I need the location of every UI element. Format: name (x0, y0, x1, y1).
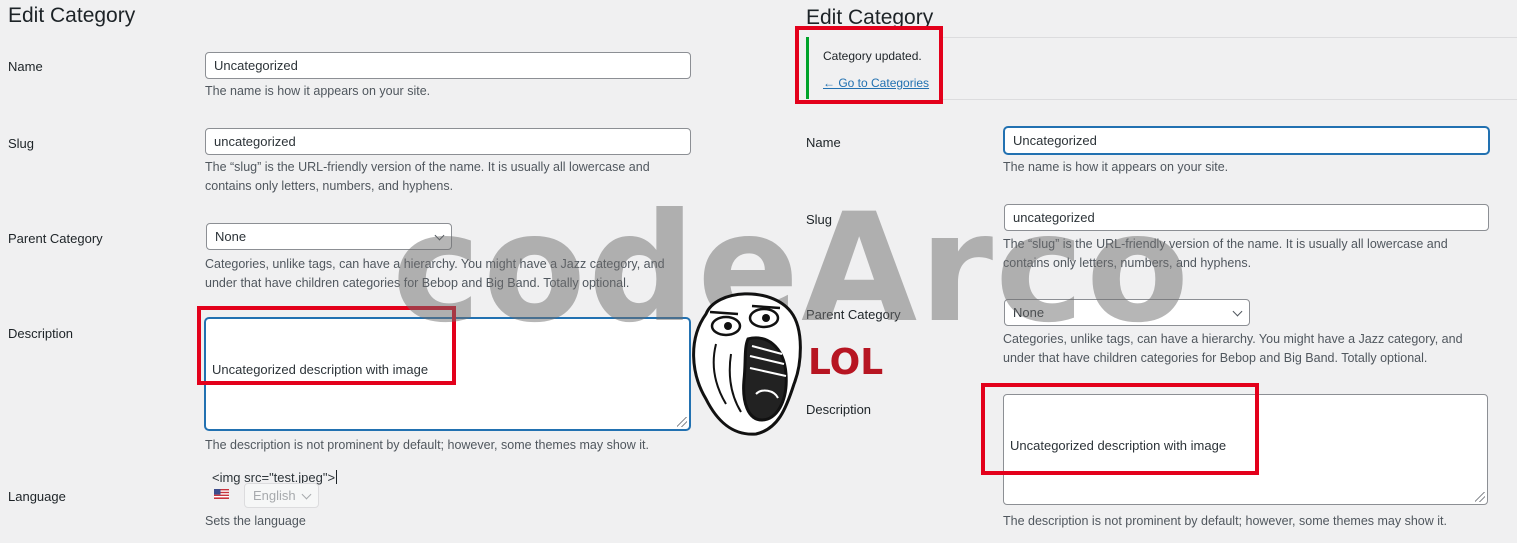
slug-help-line-1: The “slug” is the URL-friendly version o… (205, 160, 650, 174)
us-flag-icon (214, 487, 229, 499)
description-line-1: Uncategorized description with image (1010, 438, 1227, 453)
text-caret (336, 470, 338, 484)
slug-help-line-2: contains only letters, numbers, and hyph… (1003, 256, 1252, 270)
parent-help-line-2: under that have children categories for … (1003, 351, 1428, 365)
name-label: Name (8, 59, 43, 74)
slug-help-line-2: contains only letters, numbers, and hyph… (205, 179, 454, 193)
go-to-categories-link[interactable]: ← Go to Categories (823, 76, 929, 90)
parent-category-select[interactable]: None (1004, 299, 1250, 326)
name-input[interactable]: Uncategorized (1004, 127, 1489, 154)
description-label: Description (8, 326, 74, 341)
language-select[interactable]: English (244, 483, 319, 508)
name-help: The name is how it appears on your site. (205, 84, 431, 98)
divider (942, 99, 1517, 100)
parent-category-label: Parent Category (806, 307, 901, 322)
notice-text: Category updated. (823, 49, 922, 63)
parent-category-label: Parent Category (8, 231, 103, 246)
troll-face-icon (686, 284, 804, 436)
parent-category-value: None (215, 229, 247, 244)
parent-help-line-2: under that have children categories for … (205, 276, 630, 290)
description-textarea[interactable]: Uncategorized description with image <im… (205, 318, 690, 485)
resize-handle-icon[interactable] (1475, 492, 1485, 502)
page-title: Edit Category (8, 4, 136, 27)
language-value: English (253, 488, 296, 503)
description-label: Description (806, 402, 872, 417)
slug-input[interactable]: uncategorized (205, 128, 691, 155)
description-textarea[interactable]: Uncategorized description with image (1003, 394, 1488, 505)
divider (942, 37, 1517, 38)
chevron-down-icon (301, 489, 312, 500)
parent-help-line-1: Categories, unlike tags, can have a hier… (205, 257, 665, 271)
language-help: Sets the language (205, 514, 306, 528)
parent-help-line-1: Categories, unlike tags, can have a hier… (1003, 332, 1463, 346)
chevron-down-icon (1232, 306, 1243, 317)
description-help: The description is not prominent by defa… (205, 438, 649, 452)
description-help: The description is not prominent by defa… (1003, 514, 1447, 528)
slug-input[interactable]: uncategorized (1004, 204, 1489, 231)
slug-label: Slug (8, 136, 35, 151)
parent-category-select[interactable]: None (206, 223, 452, 250)
description-line-1: Uncategorized description with image (212, 362, 429, 377)
lol-text: LOL (808, 342, 884, 383)
success-notice: Category updated. ← Go to Categories (806, 37, 936, 99)
name-help: The name is how it appears on your site. (1003, 160, 1229, 174)
parent-category-value: None (1013, 305, 1045, 320)
name-label: Name (806, 135, 841, 150)
language-label: Language (8, 489, 66, 504)
page-title: Edit Category (806, 6, 934, 29)
name-input[interactable]: Uncategorized (205, 52, 691, 79)
chevron-down-icon (434, 230, 445, 241)
slug-help-line-1: The “slug” is the URL-friendly version o… (1003, 237, 1448, 251)
slug-label: Slug (806, 212, 833, 227)
